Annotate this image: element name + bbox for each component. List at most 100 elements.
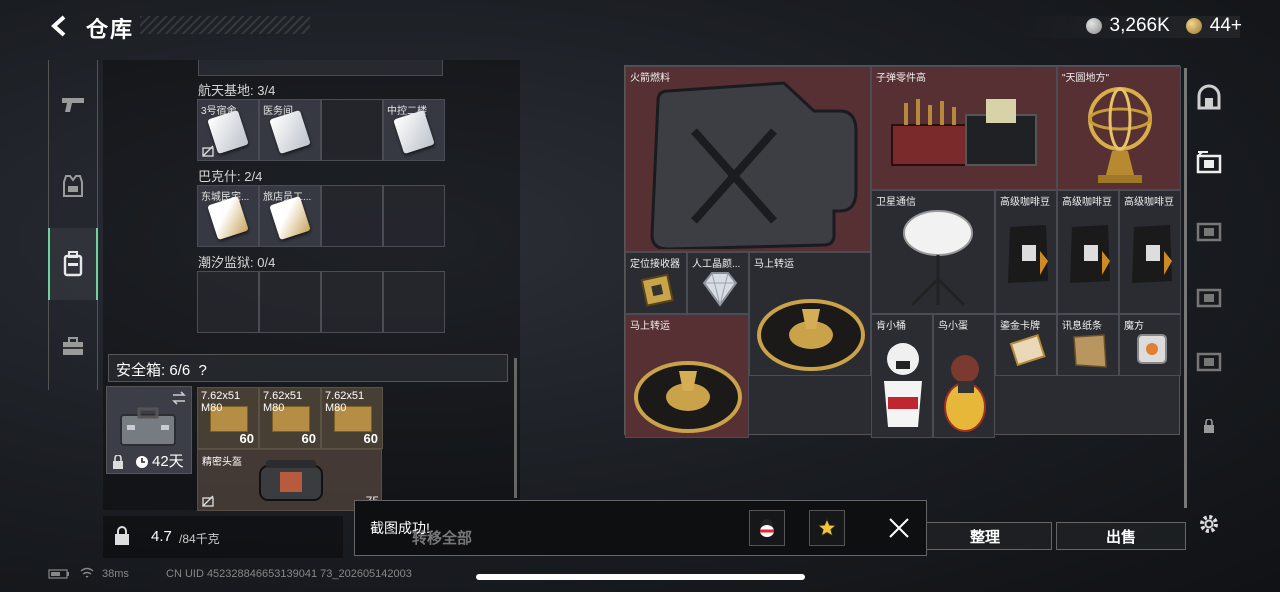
item-name: 肯小桶: [876, 321, 906, 332]
item-name: 定位接收器: [630, 259, 680, 270]
chevron-left-icon: [51, 15, 66, 37]
weight-value: 4.7: [151, 528, 172, 545]
storage-box-icon: [1196, 222, 1222, 242]
toast-close-button[interactable]: [886, 515, 912, 541]
coffee-bag-icon: [1008, 225, 1048, 283]
keycard-slot[interactable]: 东城民宅...: [197, 185, 259, 247]
item-ammo-parts[interactable]: 子弹零件高: [871, 66, 1057, 190]
empty-slot[interactable]: [321, 99, 383, 161]
empty-slot[interactable]: [321, 185, 383, 247]
item-coffee[interactable]: 高级咖啡豆: [1119, 190, 1181, 314]
item-bird-egg[interactable]: 鸟小蛋: [933, 314, 995, 438]
item-turntable[interactable]: 马上转运: [625, 314, 749, 438]
star-icon: [816, 517, 838, 538]
sort-button[interactable]: 整理: [918, 522, 1052, 550]
qq-penguin-icon: [760, 519, 774, 537]
clock-icon: [136, 456, 148, 468]
satellite-dish-icon: [903, 210, 973, 307]
battery-icon: [48, 569, 69, 579]
item-diamond[interactable]: 人工晶颜...: [687, 252, 749, 314]
item-heaven-earth[interactable]: "天圆地方": [1057, 66, 1181, 190]
item-name: 高级咖啡豆: [1062, 197, 1112, 208]
ping-value: 38ms: [102, 568, 129, 580]
weight-max: /84千克: [179, 532, 220, 546]
jerrycan-icon: [650, 81, 858, 249]
empty-slot[interactable]: [321, 271, 383, 333]
rail-backpack-button[interactable]: [48, 228, 98, 300]
tab-storage-2-button[interactable]: [1190, 212, 1228, 248]
ammo-slot[interactable]: 7.62x51 M80 60: [321, 387, 383, 449]
lock-icon: [113, 455, 123, 469]
ammo-slot[interactable]: 7.62x51 M80 60: [259, 387, 321, 449]
grid-scrollbar[interactable]: [1184, 68, 1187, 508]
receiver-icon: [640, 273, 674, 307]
silver-coin-icon: [1085, 18, 1102, 34]
item-turntable[interactable]: 马上转运: [749, 252, 871, 376]
ammo-count: 60: [239, 431, 254, 446]
secure-case-slot[interactable]: 42天: [106, 386, 192, 474]
tab-locked-button[interactable]: [1190, 408, 1228, 444]
tab-storage-4-button[interactable]: [1190, 342, 1228, 378]
item-name: 人工晶颜...: [692, 259, 741, 270]
gold-coin-icon: [1185, 18, 1202, 34]
item-satellite[interactable]: 卫星通信: [871, 190, 995, 314]
ammo-slot[interactable]: 7.62x51 M80 60: [197, 387, 259, 449]
previous-row-slots: [198, 60, 443, 76]
item-paper-note[interactable]: 讯息纸条: [1057, 314, 1119, 376]
item-name: 高级咖啡豆: [1124, 197, 1174, 208]
keycard-slot[interactable]: 中控二楼: [383, 99, 445, 161]
rail-armor-button[interactable]: [48, 150, 98, 222]
share-qq-button[interactable]: [749, 510, 785, 546]
colonel-figure-icon: [884, 343, 922, 427]
keycard-slot[interactable]: 3号宿舍: [197, 99, 259, 161]
section-label-tidal-prison: 潮汐监狱: 0/4: [198, 255, 276, 270]
tab-vault-button[interactable]: [1190, 80, 1228, 116]
currency-gold-value[interactable]: 44+: [1210, 15, 1242, 37]
help-icon[interactable]: ?: [199, 362, 207, 379]
paper-note-icon: [1073, 334, 1107, 368]
item-coffee[interactable]: 高级咖啡豆: [995, 190, 1057, 314]
no-transfer-icon: [202, 145, 214, 157]
page-title: 仓库: [86, 17, 135, 42]
cube-icon: [1137, 334, 1167, 364]
item-rocket-fuel[interactable]: 火箭燃料: [625, 66, 871, 252]
weight-lock-icon: [115, 526, 129, 545]
back-button[interactable]: [48, 14, 72, 38]
diamond-icon: [702, 272, 738, 307]
tab-storage-3-button[interactable]: [1190, 278, 1228, 314]
wifi-icon: [80, 567, 94, 578]
egg-figure-icon: [944, 355, 986, 432]
empty-slot[interactable]: [259, 271, 321, 333]
keycard-slot[interactable]: 旅店员工...: [259, 185, 321, 247]
fortune-wheel-icon: [757, 299, 865, 371]
rail-weapons-button[interactable]: [48, 68, 98, 140]
tab-storage-1-button[interactable]: [1190, 144, 1228, 180]
item-cube[interactable]: 魔方: [1119, 314, 1181, 376]
item-name: 子弹零件高: [876, 73, 926, 84]
section-label-bakhsh: 巴克什: 2/4: [198, 169, 263, 184]
empty-slot[interactable]: [383, 185, 445, 247]
left-scrollbar[interactable]: [514, 358, 517, 498]
home-indicator[interactable]: [476, 574, 805, 580]
backpack-icon: [63, 251, 83, 277]
storage-box-icon: [1196, 288, 1222, 308]
currency-silver-value: 3,266K: [1109, 15, 1170, 36]
stash-grid[interactable]: 火箭燃料 子弹零件高 "天圆地方" 卫星通信 高级咖啡豆 高级咖啡豆 高级咖啡豆…: [624, 65, 1181, 438]
sell-button[interactable]: 出售: [1056, 522, 1186, 550]
weight-bar: 4.7 /84千克: [103, 516, 343, 558]
item-locator[interactable]: 定位接收器: [625, 252, 687, 314]
secure-box-label: 安全箱: 6/6 ?: [116, 362, 207, 379]
empty-slot[interactable]: [383, 271, 445, 333]
settings-button[interactable]: [1190, 506, 1228, 542]
lock-icon: [1204, 419, 1214, 433]
item-gold-card[interactable]: 鎏金卡牌: [995, 314, 1057, 376]
empty-slot[interactable]: [197, 271, 259, 333]
item-coffee[interactable]: 高级咖啡豆: [1057, 190, 1119, 314]
item-name: 高级咖啡豆: [1000, 197, 1050, 208]
helmet-bag-icon: [259, 460, 323, 501]
item-kfc-bucket[interactable]: 肯小桶: [871, 314, 933, 438]
rail-case-button[interactable]: [48, 310, 98, 382]
share-star-button[interactable]: [809, 510, 845, 546]
keycard-slot[interactable]: 医务间: [259, 99, 321, 161]
briefcase-icon: [63, 337, 83, 355]
